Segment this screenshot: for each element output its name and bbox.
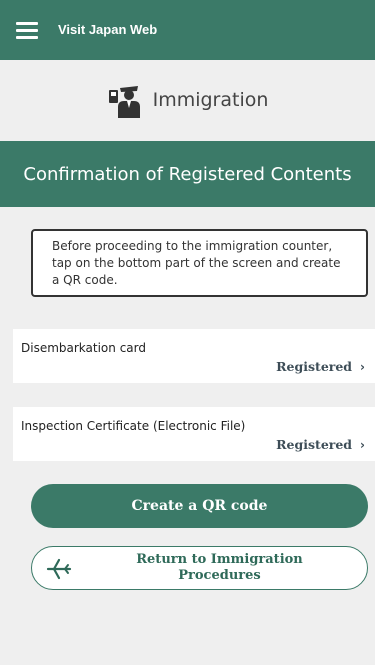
notice-text-line: tap on the bottom part of the screen and…: [52, 256, 341, 270]
hamburger-menu-icon[interactable]: [16, 22, 38, 39]
status-registered[interactable]: Registered ›: [276, 359, 365, 374]
section-title: Confirmation of Registered Contents: [0, 141, 375, 207]
app-title: Visit Japan Web: [58, 22, 158, 37]
airplane-icon: [46, 558, 72, 580]
return-to-immigration-button[interactable]: Return to Immigration Procedures: [31, 546, 368, 590]
notice-box: Before proceeding to the immigration cou…: [31, 229, 368, 297]
chevron-right-icon: ›: [360, 359, 365, 374]
disembarkation-card-row[interactable]: Disembarkation card Registered ›: [13, 329, 375, 383]
page-title: Immigration: [152, 89, 269, 111]
row-label: Disembarkation card: [21, 341, 146, 355]
status-text: Registered: [276, 359, 353, 374]
immigration-officer-icon: [108, 86, 140, 118]
row-label: Inspection Certificate (Electronic File): [21, 419, 246, 433]
chevron-right-icon: ›: [360, 437, 365, 452]
notice-text-line: Before proceeding to the immigration cou…: [52, 239, 333, 253]
status-text: Registered: [276, 437, 353, 452]
create-qr-code-button[interactable]: Create a QR code: [31, 484, 368, 528]
inspection-certificate-row[interactable]: Inspection Certificate (Electronic File)…: [13, 407, 375, 461]
return-button-label: Return to Immigration Procedures: [72, 552, 367, 584]
notice-text-line: a QR code.: [52, 273, 118, 287]
top-bar: Visit Japan Web: [0, 0, 375, 60]
return-label-line: Return to Immigration: [136, 552, 303, 567]
status-registered[interactable]: Registered ›: [276, 437, 365, 452]
page-header: Immigration: [0, 60, 375, 140]
return-label-line: Procedures: [178, 568, 261, 583]
